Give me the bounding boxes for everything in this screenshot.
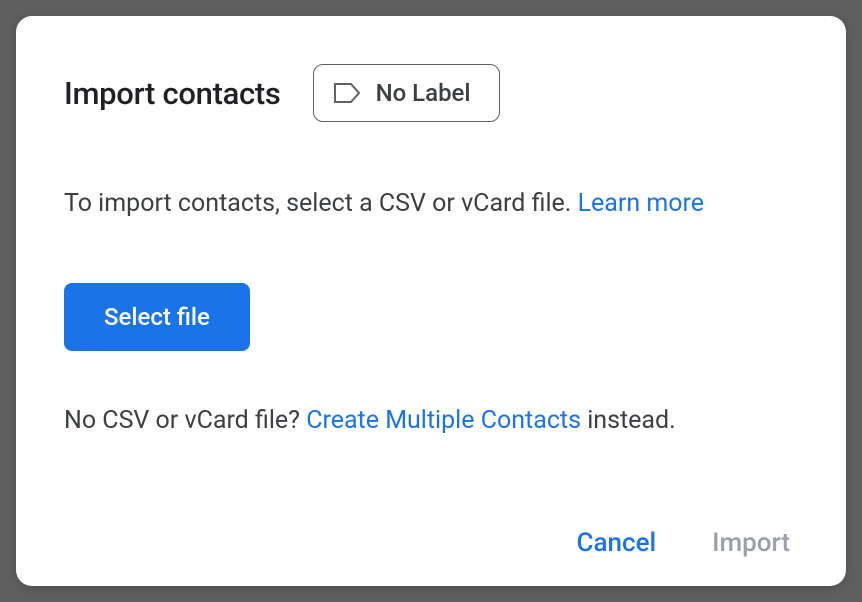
import-button[interactable]: Import xyxy=(712,528,790,558)
import-contacts-dialog: Import contacts No Label To import conta… xyxy=(16,16,846,586)
select-file-button[interactable]: Select file xyxy=(64,283,250,351)
cancel-button[interactable]: Cancel xyxy=(577,528,657,558)
instruction-prefix: To import contacts, select a CSV or vCar… xyxy=(64,189,578,218)
learn-more-link[interactable]: Learn more xyxy=(578,189,704,218)
alternative-text: No CSV or vCard file? Create Multiple Co… xyxy=(64,403,798,438)
label-button-text: No Label xyxy=(376,79,471,107)
dialog-footer: Cancel Import xyxy=(577,528,790,558)
no-file-suffix: instead. xyxy=(581,406,676,435)
create-multiple-contacts-link[interactable]: Create Multiple Contacts xyxy=(306,406,581,435)
no-file-prefix: No CSV or vCard file? xyxy=(64,406,306,435)
dialog-header: Import contacts No Label xyxy=(64,64,798,122)
instruction-text: To import contacts, select a CSV or vCar… xyxy=(64,186,798,221)
label-selector-button[interactable]: No Label xyxy=(313,64,500,122)
label-icon xyxy=(334,83,360,103)
dialog-title: Import contacts xyxy=(64,75,281,112)
